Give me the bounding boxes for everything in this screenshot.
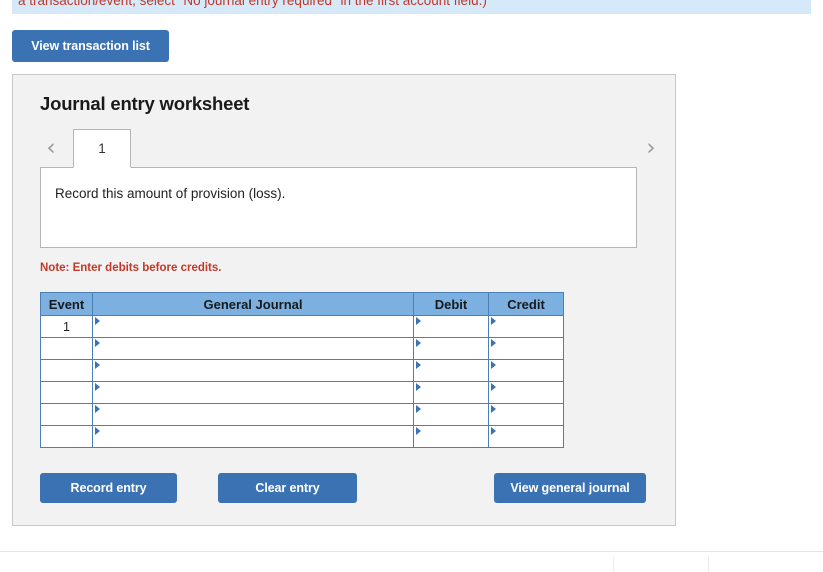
- journal-entry-table: Event General Journal Debit Credit 1: [40, 292, 564, 448]
- page-title: Journal entry worksheet: [40, 93, 250, 114]
- cell-debit[interactable]: [413, 403, 489, 426]
- cell-debit[interactable]: [413, 359, 489, 382]
- clear-entry-button[interactable]: Clear entry: [218, 473, 357, 503]
- dropdown-caret-icon: [491, 427, 496, 435]
- view-transaction-list-button[interactable]: View transaction list: [12, 30, 169, 62]
- debits-before-credits-note: Note: Enter debits before credits.: [40, 262, 222, 274]
- cell-event: 1: [40, 315, 93, 338]
- dropdown-caret-icon: [491, 383, 496, 391]
- table-row: [40, 337, 564, 360]
- dropdown-caret-icon: [491, 317, 496, 325]
- cell-debit[interactable]: [413, 337, 489, 360]
- instruction-banner: a transaction/event, select "No journal …: [12, 0, 811, 14]
- cell-credit[interactable]: [488, 381, 564, 404]
- cell-event: [40, 381, 93, 404]
- cell-credit[interactable]: [488, 359, 564, 382]
- footer-divider: [613, 556, 614, 572]
- dropdown-caret-icon: [95, 383, 100, 391]
- dropdown-caret-icon: [416, 427, 421, 435]
- table-row: [40, 359, 564, 382]
- journal-entry-worksheet-panel: Journal entry worksheet ‹ 1 › Record thi…: [12, 74, 676, 526]
- cell-event: [40, 337, 93, 360]
- prompt-box: Record this amount of provision (loss).: [40, 167, 637, 248]
- dropdown-caret-icon: [416, 317, 421, 325]
- cell-debit[interactable]: [413, 315, 489, 338]
- worksheet-tab-1[interactable]: 1: [73, 129, 131, 168]
- cell-event: [40, 403, 93, 426]
- cell-credit[interactable]: [488, 403, 564, 426]
- dropdown-caret-icon: [416, 339, 421, 347]
- cell-credit[interactable]: [488, 425, 564, 448]
- dropdown-caret-icon: [416, 405, 421, 413]
- dropdown-caret-icon: [491, 405, 496, 413]
- cell-credit[interactable]: [488, 337, 564, 360]
- table-row: [40, 403, 564, 426]
- dropdown-caret-icon: [416, 361, 421, 369]
- cell-general-journal[interactable]: [92, 337, 414, 360]
- footer-bar: [0, 551, 823, 572]
- table-row: [40, 381, 564, 404]
- dropdown-caret-icon: [95, 317, 100, 325]
- dropdown-caret-icon: [95, 339, 100, 347]
- dropdown-caret-icon: [95, 405, 100, 413]
- instruction-banner-text: a transaction/event, select "No journal …: [18, 0, 487, 8]
- record-entry-button[interactable]: Record entry: [40, 473, 177, 503]
- table-row: 1: [40, 315, 564, 338]
- cell-credit[interactable]: [488, 315, 564, 338]
- chevron-left-icon[interactable]: ‹: [40, 135, 62, 161]
- cell-event: [40, 359, 93, 382]
- cell-debit[interactable]: [413, 425, 489, 448]
- cell-general-journal[interactable]: [92, 315, 414, 338]
- prompt-text: Record this amount of provision (loss).: [55, 186, 286, 201]
- dropdown-caret-icon: [95, 427, 100, 435]
- column-header-general-journal: General Journal: [92, 292, 414, 316]
- cell-general-journal[interactable]: [92, 359, 414, 382]
- column-header-debit: Debit: [413, 292, 489, 316]
- dropdown-caret-icon: [491, 361, 496, 369]
- view-general-journal-button[interactable]: View general journal: [494, 473, 646, 503]
- worksheet-tabstrip: ‹ 1 ›: [40, 129, 662, 168]
- cell-debit[interactable]: [413, 381, 489, 404]
- table-row: [40, 425, 564, 448]
- column-header-event: Event: [40, 292, 93, 316]
- column-header-credit: Credit: [488, 292, 564, 316]
- table-header-row: Event General Journal Debit Credit: [40, 292, 564, 316]
- cell-general-journal[interactable]: [92, 425, 414, 448]
- chevron-right-icon[interactable]: ›: [640, 135, 662, 161]
- cell-event: [40, 425, 93, 448]
- journal-entry-table-body: 1: [40, 315, 564, 448]
- dropdown-caret-icon: [416, 383, 421, 391]
- cell-general-journal[interactable]: [92, 403, 414, 426]
- footer-divider: [708, 556, 709, 572]
- cell-general-journal[interactable]: [92, 381, 414, 404]
- dropdown-caret-icon: [95, 361, 100, 369]
- dropdown-caret-icon: [491, 339, 496, 347]
